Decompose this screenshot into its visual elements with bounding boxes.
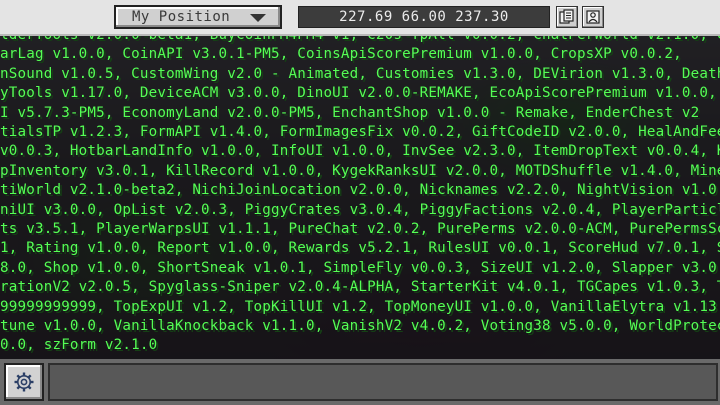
chat-line: nSound v1.0.5, CustomWing v2.0 - Animate… [0,65,720,82]
position-dropdown[interactable]: My Position [114,5,282,29]
chat-line: pInventory v3.0.1, KillRecord v1.0.0, Ky… [0,162,720,179]
chat-line: niUI v3.0.0, OpList v2.0.3, PiggyCrates … [0,201,720,218]
position-dropdown-label: My Position [132,9,231,25]
chat-line: 1, Rating v1.0.0, Report v1.0.0, Rewards… [0,240,720,257]
chat-line: tiWorld v2.1.0-beta2, NichiJoinLocation … [0,182,720,199]
chevron-down-icon [250,14,266,22]
export-button[interactable] [582,6,604,28]
chat-line: yTools v1.17.0, DeviceACM v3.0.0, DinoUI… [0,85,717,102]
copy-coordinates-button[interactable] [556,6,578,28]
chat-line: arLag v1.0.0, CoinAPI v3.0.1-PM5, CoinsA… [0,46,682,63]
export-icon [586,10,600,24]
chat-settings-button[interactable] [4,363,44,401]
coordinates-readout: 227.69 66.00 237.30 [298,6,550,28]
chat-line: 0.0, szForm v2.1.0 [0,337,158,354]
top-bar: My Position 227.69 66.00 237.30 [0,0,720,36]
chat-line: rationV2 v2.0.5, Spyglass-Sniper v2.0.4-… [0,279,720,296]
chat-line: I v5.7.3-PM5, EconomyLand v2.0.0-PM5, En… [0,104,700,121]
chat-line: tune v1.0.0, VanillaKnockback v1.1.0, Va… [0,318,720,334]
chat-input[interactable] [48,363,718,401]
copy-coordinates-icon [559,9,574,24]
chat-line: tialsTP v1.2.3, FormAPI v1.4.0, FormImag… [0,124,720,140]
chat-log[interactable]: lderTools v2.0.0-beta1, BuyCoinPM4PM4 v1… [0,36,720,359]
chat-line: ts v3.5.1, PlayerWarpsUI v1.1.1, PureCha… [0,221,720,237]
chat-line: 99999999999, TopExpUI v1.2, TopKillUI v1… [0,298,720,315]
gear-icon [14,372,34,392]
chat-line: v0.0.3, HotbarLandInfo v1.0.0, InfoUI v1… [0,143,720,160]
chat-line: 8.0, Shop v1.0.0, ShortSneak v1.0.1, Sim… [0,259,720,276]
